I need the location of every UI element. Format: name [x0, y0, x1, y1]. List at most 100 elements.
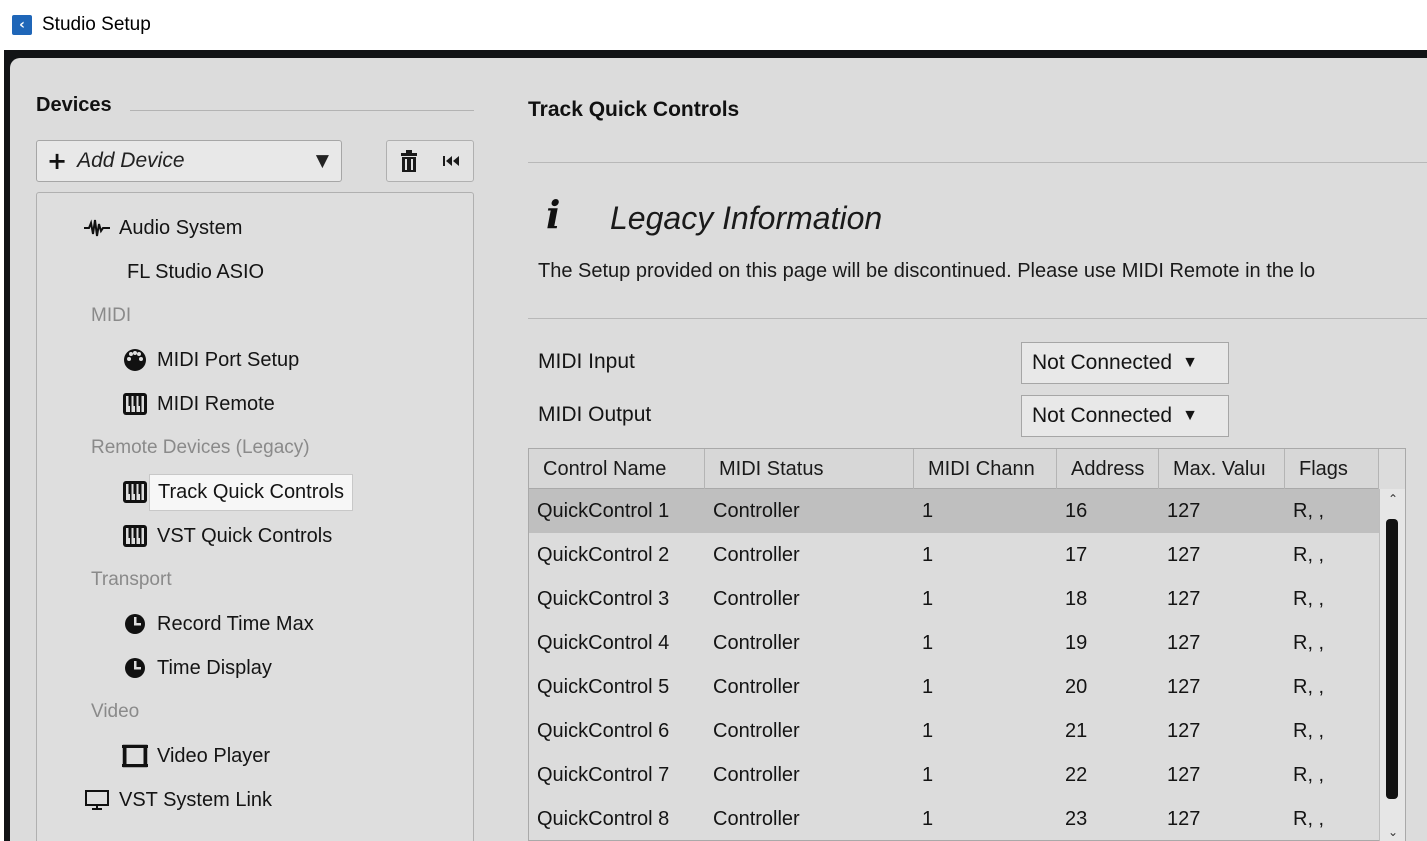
scrollbar-thumb[interactable] — [1386, 519, 1398, 799]
tree-item-time-display[interactable]: Time Display — [121, 651, 272, 685]
clock-icon — [121, 610, 149, 638]
tree-item-label: Audio System — [119, 216, 243, 239]
table-row[interactable]: QuickControl 7 Controller 1 22 127 R, , — [529, 753, 1379, 797]
tree-item-midi-remote[interactable]: MIDI Remote — [121, 387, 275, 421]
table-row[interactable]: QuickControl 6 Controller 1 21 127 R, , — [529, 709, 1379, 753]
tree-item-audio-system[interactable]: Audio System — [83, 211, 242, 245]
cell-address[interactable]: 20 — [1057, 665, 1159, 709]
column-header-midi-status[interactable]: MIDI Status — [705, 449, 914, 489]
cell-control-name[interactable]: QuickControl 5 — [529, 665, 705, 709]
cell-address[interactable]: 22 — [1057, 753, 1159, 797]
cell-address[interactable]: 16 — [1057, 489, 1159, 533]
cell-midi-channel[interactable]: 1 — [914, 577, 1057, 621]
tree-item-vst-system-link[interactable]: VST System Link — [83, 783, 272, 817]
cell-max-value[interactable]: 127 — [1159, 753, 1285, 797]
table-row[interactable]: QuickControl 4 Controller 1 19 127 R, , — [529, 621, 1379, 665]
film-icon — [121, 742, 149, 770]
cell-flags[interactable]: R, , — [1285, 621, 1379, 665]
cell-midi-status[interactable]: Controller — [705, 577, 914, 621]
cell-midi-channel[interactable]: 1 — [914, 753, 1057, 797]
column-header-flags[interactable]: Flags — [1285, 449, 1379, 489]
tree-item-label: Record Time Max — [157, 612, 314, 635]
cell-max-value[interactable]: 127 — [1159, 621, 1285, 665]
column-header-max-value[interactable]: Max. Valuı — [1159, 449, 1285, 489]
table-row[interactable]: QuickControl 5 Controller 1 20 127 R, , — [529, 665, 1379, 709]
plus-icon: + — [47, 147, 68, 175]
tree-item-label: MIDI Remote — [157, 392, 275, 415]
table-row[interactable]: QuickControl 8 Controller 1 23 127 R, , — [529, 797, 1379, 841]
cell-midi-status[interactable]: Controller — [705, 665, 914, 709]
cell-control-name[interactable]: QuickControl 1 — [529, 489, 705, 533]
table-row[interactable]: QuickControl 2 Controller 1 17 127 R, , — [529, 533, 1379, 577]
cell-address[interactable]: 23 — [1057, 797, 1159, 841]
cell-midi-channel[interactable]: 1 — [914, 709, 1057, 753]
title-divider — [528, 162, 1427, 163]
waveform-icon — [83, 214, 111, 242]
cell-midi-channel[interactable]: 1 — [914, 489, 1057, 533]
cell-address[interactable]: 18 — [1057, 577, 1159, 621]
tree-item-midi-port-setup[interactable]: MIDI Port Setup — [121, 343, 299, 377]
cell-flags[interactable]: R, , — [1285, 577, 1379, 621]
add-device-dropdown[interactable]: + Add Device ▼ — [36, 140, 342, 182]
tree-item-fl-studio-asio[interactable]: FL Studio ASIO — [127, 255, 264, 289]
cell-midi-channel[interactable]: 1 — [914, 797, 1057, 841]
cell-midi-status[interactable]: Controller — [705, 621, 914, 665]
dropdown-caret-icon: ▼ — [315, 151, 329, 171]
column-header-midi-channel[interactable]: MIDI Chann — [914, 449, 1057, 489]
reset-device-button[interactable] — [430, 141, 473, 181]
cell-flags[interactable]: R, , — [1285, 709, 1379, 753]
cell-midi-channel[interactable]: 1 — [914, 621, 1057, 665]
midi-output-select[interactable]: Not Connected ▼ — [1021, 395, 1229, 437]
tree-item-label: FL Studio ASIO — [127, 260, 265, 283]
midi-din-icon — [121, 346, 149, 374]
cell-max-value[interactable]: 127 — [1159, 665, 1285, 709]
tree-item-video-player[interactable]: Video Player — [121, 739, 270, 773]
tree-item-track-quick-controls[interactable]: Track Quick Controls — [121, 473, 353, 511]
cell-max-value[interactable]: 127 — [1159, 797, 1285, 841]
cell-max-value[interactable]: 127 — [1159, 577, 1285, 621]
cell-midi-status[interactable]: Controller — [705, 533, 914, 577]
cell-flags[interactable]: R, , — [1285, 797, 1379, 841]
monitor-icon — [83, 786, 111, 814]
column-header-control-name[interactable]: Control Name — [529, 449, 705, 489]
cell-midi-status[interactable]: Controller — [705, 797, 914, 841]
cell-midi-status[interactable]: Controller — [705, 489, 914, 533]
page-title: Track Quick Controls — [528, 98, 740, 121]
cell-control-name[interactable]: QuickControl 2 — [529, 533, 705, 577]
cell-flags[interactable]: R, , — [1285, 489, 1379, 533]
cell-midi-status[interactable]: Controller — [705, 753, 914, 797]
midi-input-select[interactable]: Not Connected ▼ — [1021, 342, 1229, 384]
scroll-up-icon[interactable]: ⌃ — [1380, 489, 1406, 509]
table-scrollbar[interactable]: ⌃ ⌄ — [1379, 489, 1405, 841]
cell-flags[interactable]: R, , — [1285, 665, 1379, 709]
tree-item-vst-quick-controls[interactable]: VST Quick Controls — [121, 519, 332, 553]
cell-control-name[interactable]: QuickControl 3 — [529, 577, 705, 621]
cell-max-value[interactable]: 127 — [1159, 709, 1285, 753]
cell-control-name[interactable]: QuickControl 4 — [529, 621, 705, 665]
cell-midi-status[interactable]: Controller — [705, 709, 914, 753]
quick-controls-table: Control Name MIDI Status MIDI Chann Addr… — [528, 448, 1406, 841]
cell-midi-channel[interactable]: 1 — [914, 533, 1057, 577]
cell-address[interactable]: 19 — [1057, 621, 1159, 665]
cell-address[interactable]: 21 — [1057, 709, 1159, 753]
tree-item-record-time-max[interactable]: Record Time Max — [121, 607, 314, 641]
delete-device-button[interactable] — [387, 141, 430, 181]
table-row[interactable]: QuickControl 3 Controller 1 18 127 R, , — [529, 577, 1379, 621]
devices-divider — [130, 110, 474, 111]
cell-address[interactable]: 17 — [1057, 533, 1159, 577]
cell-flags[interactable]: R, , — [1285, 753, 1379, 797]
cell-control-name[interactable]: QuickControl 8 — [529, 797, 705, 841]
cell-control-name[interactable]: QuickControl 7 — [529, 753, 705, 797]
studio-setup-panel: Devices + Add Device ▼ Audio System FL S… — [10, 58, 1427, 841]
cell-midi-channel[interactable]: 1 — [914, 665, 1057, 709]
keyboard-icon — [121, 522, 149, 550]
column-header-address[interactable]: Address — [1057, 449, 1159, 489]
scroll-down-icon[interactable]: ⌄ — [1380, 822, 1406, 841]
cell-control-name[interactable]: QuickControl 6 — [529, 709, 705, 753]
cell-max-value[interactable]: 127 — [1159, 533, 1285, 577]
cell-max-value[interactable]: 127 — [1159, 489, 1285, 533]
tree-item-label: VST System Link — [119, 788, 273, 811]
table-row[interactable]: QuickControl 1 Controller 1 16 127 R, , — [529, 489, 1379, 533]
cell-flags[interactable]: R, , — [1285, 533, 1379, 577]
tree-item-label: MIDI Port Setup — [157, 348, 300, 371]
